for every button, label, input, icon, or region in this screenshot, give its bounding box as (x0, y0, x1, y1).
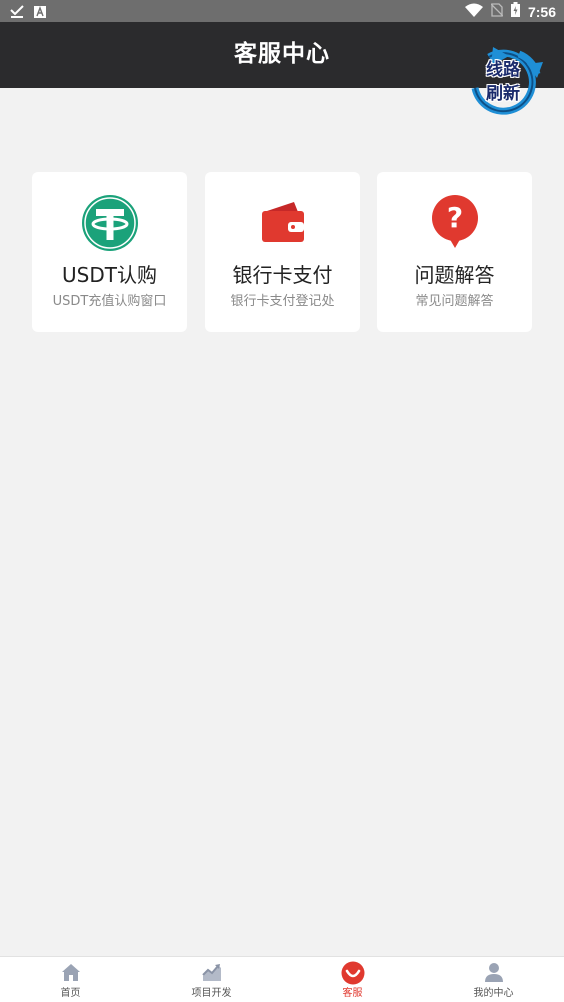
refresh-route-button[interactable]: 线路 刷新 (465, 44, 545, 124)
tab-project-development[interactable]: 项目开发 (141, 957, 282, 1002)
card-subtitle: 常见问题解答 (415, 294, 494, 309)
tab-customer-service[interactable]: 客服 (282, 957, 423, 1002)
card-subtitle: USDT充值认购窗口 (52, 294, 167, 309)
service-cards: USDT认购 USDT充值认购窗口 银行卡支付 银行卡支付登记处 ? 问题解答 … (32, 172, 532, 332)
wallet-icon (261, 202, 304, 242)
question-icon: ? (431, 195, 478, 248)
refresh-line2: 刷新 (486, 84, 520, 104)
battery-charging-icon (510, 2, 520, 21)
wifi-icon (464, 2, 483, 21)
tab-my-center[interactable]: 我的中心 (423, 957, 564, 1002)
download-done-icon (10, 3, 24, 22)
tab-home[interactable]: 首页 (0, 957, 141, 1002)
tab-label: 项目开发 (191, 988, 232, 999)
chart-trend-icon (201, 964, 221, 981)
card-title: 银行卡支付 (232, 263, 333, 287)
customer-service-icon (341, 961, 364, 985)
tab-label: 我的中心 (473, 988, 514, 999)
tab-label: 首页 (60, 988, 81, 999)
card-faq[interactable]: ? 问题解答 常见问题解答 (377, 172, 532, 332)
status-bar: 7:56 (0, 0, 564, 22)
status-time: 7:56 (527, 3, 556, 20)
keyboard-a-icon (34, 3, 46, 22)
tether-icon (81, 195, 138, 251)
card-title: 问题解答 (414, 263, 495, 287)
user-icon (484, 963, 503, 982)
svg-text:?: ? (446, 201, 462, 234)
no-sim-icon (490, 2, 504, 21)
card-title: USDT认购 (62, 263, 157, 287)
card-usdt[interactable]: USDT认购 USDT充值认购窗口 (32, 172, 187, 332)
home-icon (61, 964, 80, 981)
refresh-line1: 线路 (486, 60, 520, 80)
card-bank-pay[interactable]: 银行卡支付 银行卡支付登记处 (205, 172, 360, 332)
bottom-tab-bar: 首页 项目开发 客服 我的中心 (0, 956, 564, 1002)
tab-label: 客服 (342, 988, 363, 999)
card-subtitle: 银行卡支付登记处 (230, 294, 335, 309)
